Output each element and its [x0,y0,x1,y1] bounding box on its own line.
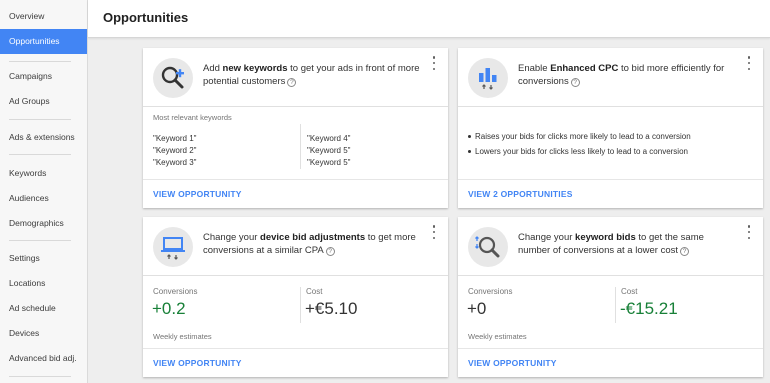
sidebar-item-overview[interactable]: Overview [0,4,87,29]
metric-divider [615,287,616,323]
benefit-bullet: Lowers your bids for clicks less likely … [468,147,688,156]
sidebar-item-advanced-bid-adj[interactable]: Advanced bid adj. [0,346,87,371]
card-footer: VIEW 2 OPPORTUNITIES [458,179,763,208]
opportunity-card-enhanced-cpc: Enable Enhanced CPC to bid more efficien… [458,48,763,208]
view-opportunity-link[interactable]: VIEW OPPORTUNITY [468,358,557,368]
card-footer: VIEW OPPORTUNITY [458,348,763,377]
card-header: Enable Enhanced CPC to bid more efficien… [458,48,763,107]
sidebar-item-keywords[interactable]: Keywords [0,161,87,186]
card-footer: VIEW OPPORTUNITY [143,179,448,208]
sidebar-item-ads-extensions[interactable]: Ads & extensions [0,125,87,150]
keyword-item: "Keyword 5" [307,158,351,167]
headline-text: Enable [518,63,551,74]
headline-text: Add [203,63,223,74]
sidebar-item-locations[interactable]: Locations [0,271,87,296]
magnifier-plus-icon [153,58,193,98]
cost-value: -€15.21 [620,299,678,318]
sidebar-item-ad-schedule[interactable]: Ad schedule [0,296,87,321]
sidebar-item-audiences[interactable]: Audiences [0,186,87,211]
keyword-item: "Keyword 4" [307,134,351,143]
sidebar-divider [9,376,71,377]
card-header: Change your device bid adjustments to ge… [143,217,448,276]
opportunity-card-keyword-bids: Change your keyword bids to get the same… [458,217,763,377]
card-headline: Change your keyword bids to get the same… [518,231,738,257]
opportunity-card-device-bids: Change your device bid adjustments to ge… [143,217,448,377]
sidebar-divider [9,240,71,241]
benefit-bullet: Raises your bids for clicks more likely … [468,132,691,141]
page-header: Opportunities [88,0,770,38]
headline-text: Change your [203,232,261,243]
page-title: Opportunities [103,10,189,25]
headline-emphasis: device bid adjustments [260,232,366,243]
sidebar-item-campaigns[interactable]: Campaigns [0,64,87,89]
view-opportunities-link[interactable]: VIEW 2 OPPORTUNITIES [468,189,573,199]
help-icon[interactable]: ? [680,247,689,256]
sidebar-item-ad-groups[interactable]: Ad Groups [0,89,87,114]
sidebar-divider [9,119,71,120]
card-headline: Change your device bid adjustments to ge… [203,231,423,257]
view-opportunity-link[interactable]: VIEW OPPORTUNITY [153,189,242,199]
headline-emphasis: Enhanced CPC [550,63,619,74]
bar-chart-arrows-icon [468,58,508,98]
headline-text: Change your [518,232,576,243]
weekly-estimates-note: Weekly estimates [153,332,212,341]
sidebar-divider [9,154,71,155]
laptop-arrows-icon [153,227,193,267]
keyword-item: "Keyword 5" [307,146,351,155]
sidebar-item-settings[interactable]: Settings [0,246,87,271]
card-header: Change your keyword bids to get the same… [458,217,763,276]
card-headline: Add new keywords to get your ads in fron… [203,62,423,88]
more-menu-icon[interactable] [745,56,753,70]
view-opportunity-link[interactable]: VIEW OPPORTUNITY [153,358,242,368]
cost-label: Cost [306,287,323,296]
keyword-item: "Keyword 3" [153,158,197,167]
sidebar-item-opportunities[interactable]: Opportunities [0,29,87,54]
card-headline: Enable Enhanced CPC to bid more efficien… [518,62,738,88]
card-footer: VIEW OPPORTUNITY [143,348,448,377]
conversions-value: +0 [467,299,487,318]
section-label: Most relevant keywords [153,113,232,122]
conversions-value: +0.2 [152,299,186,318]
sidebar-item-devices[interactable]: Devices [0,321,87,346]
sidebar-item-demographics[interactable]: Demographics [0,211,87,236]
help-icon[interactable]: ? [570,78,580,87]
more-menu-icon[interactable] [430,225,438,239]
metric-divider [300,287,301,323]
help-icon[interactable]: ? [325,247,335,256]
weekly-estimates-note: Weekly estimates [468,332,527,341]
headline-emphasis: keyword bids [575,232,636,243]
column-divider [300,124,301,169]
cost-value: +€5.10 [305,299,358,318]
opportunity-card-new-keywords: Add new keywords to get your ads in fron… [143,48,448,208]
keyword-item: "Keyword 2" [153,146,197,155]
card-header: Add new keywords to get your ads in fron… [143,48,448,107]
conversions-label: Conversions [468,287,513,296]
more-menu-icon[interactable] [430,56,438,70]
headline-emphasis: new keywords [222,63,288,74]
magnifier-arrows-icon [468,227,508,267]
sidebar-nav: Overview Opportunities Campaigns Ad Grou… [0,0,88,383]
cost-label: Cost [621,287,638,296]
keyword-item: "Keyword 1" [153,134,197,143]
sidebar-divider [9,61,71,62]
more-menu-icon[interactable] [745,225,753,239]
conversions-label: Conversions [153,287,198,296]
help-icon[interactable]: ? [287,78,297,87]
